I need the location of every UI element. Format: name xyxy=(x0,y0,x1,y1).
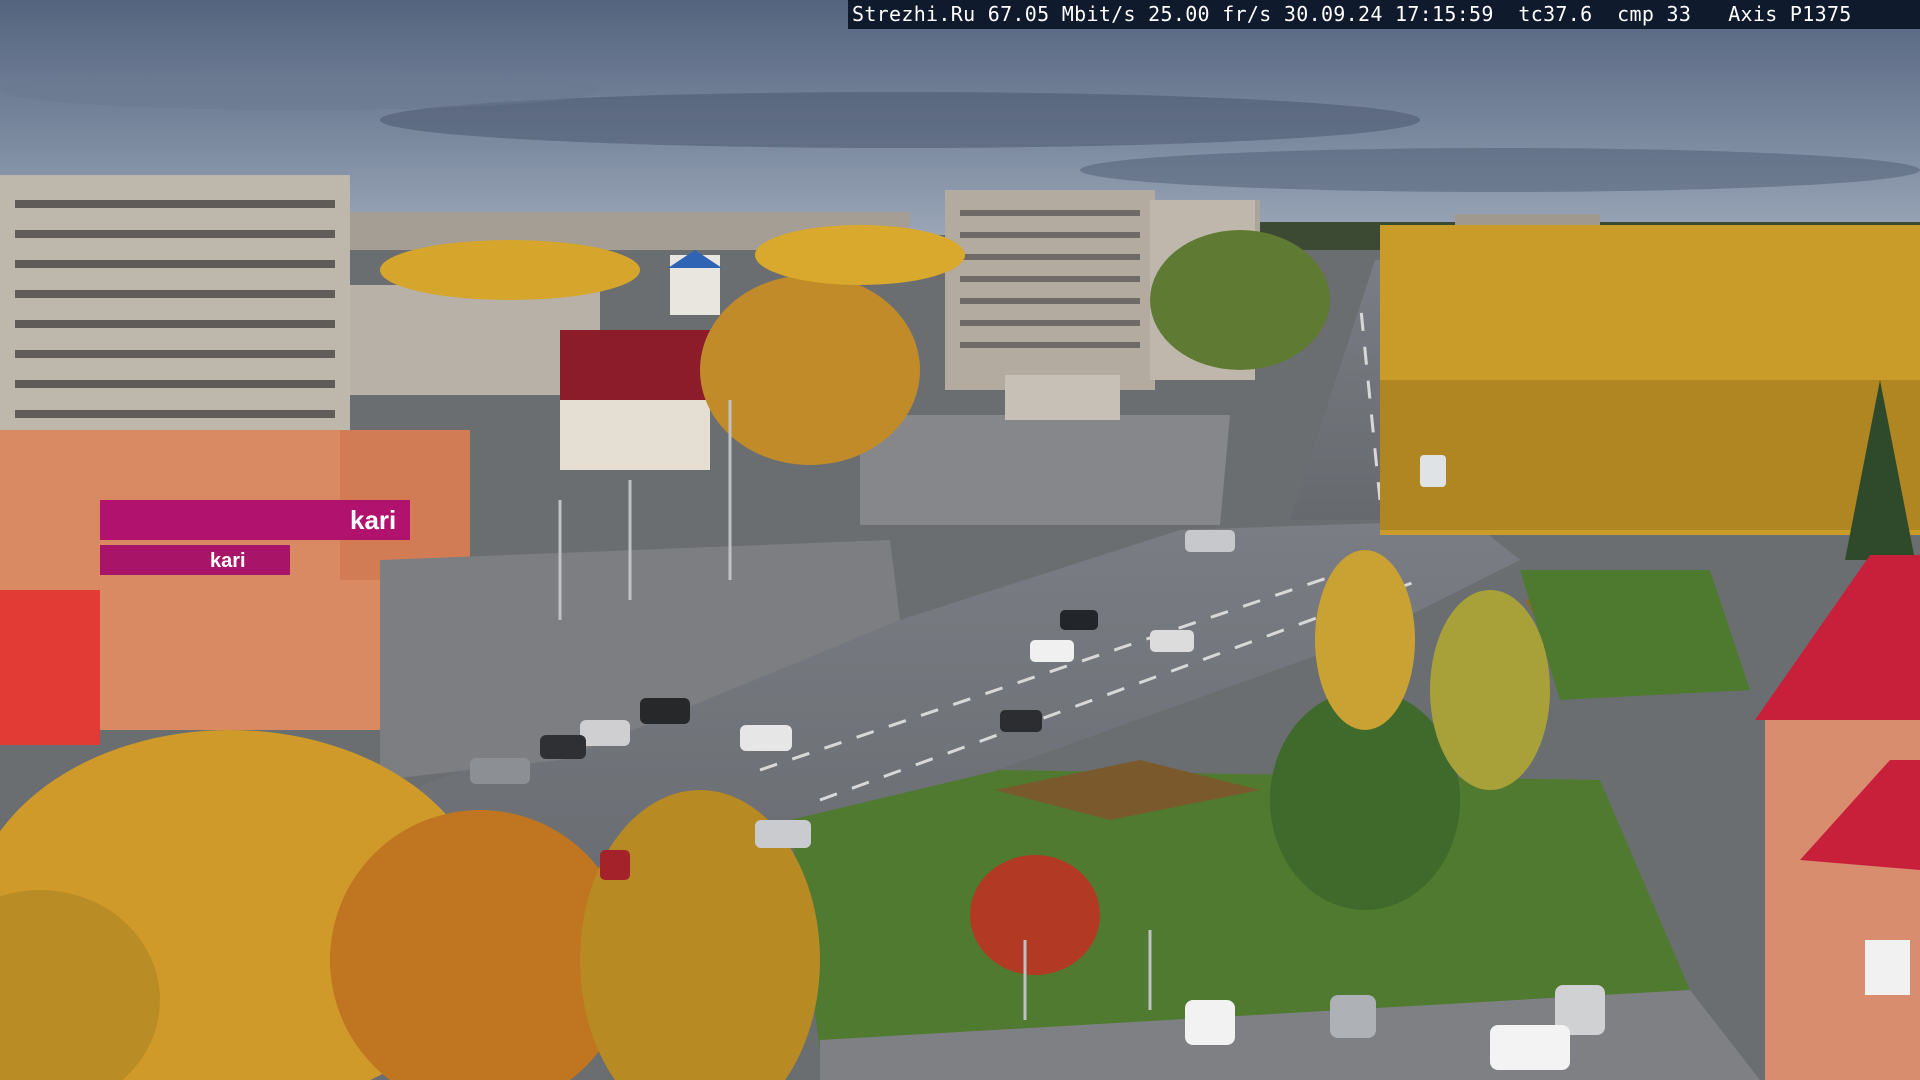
trees-center xyxy=(755,225,965,285)
red-roof-building xyxy=(560,330,720,410)
white-building xyxy=(560,400,710,470)
red-tree xyxy=(970,855,1100,975)
yellow-tree xyxy=(1315,550,1415,730)
grey-building xyxy=(1005,375,1120,420)
cloud xyxy=(1080,148,1920,192)
tree-line-right-shade xyxy=(1380,380,1920,530)
trees-center xyxy=(380,240,640,300)
yellow-tree xyxy=(1430,590,1550,790)
plaza xyxy=(860,415,1230,525)
red-facade xyxy=(0,590,100,745)
camera-overlay-text: Strezhi.Ru 67.05 Mbit/s 25.00 fr/s 30.09… xyxy=(848,0,1920,29)
camera-scene: kari kari xyxy=(0,0,1920,1080)
kari-sign-text: kari xyxy=(350,505,396,535)
corner-window xyxy=(1865,940,1910,995)
trees-center xyxy=(700,275,920,465)
kari-banner-lower xyxy=(100,545,290,575)
lawn-right xyxy=(1520,570,1750,700)
trees-center xyxy=(1150,230,1330,370)
cloud xyxy=(0,70,600,110)
kari-sign-front-text: kari xyxy=(210,550,246,572)
tall-building xyxy=(945,190,1155,390)
